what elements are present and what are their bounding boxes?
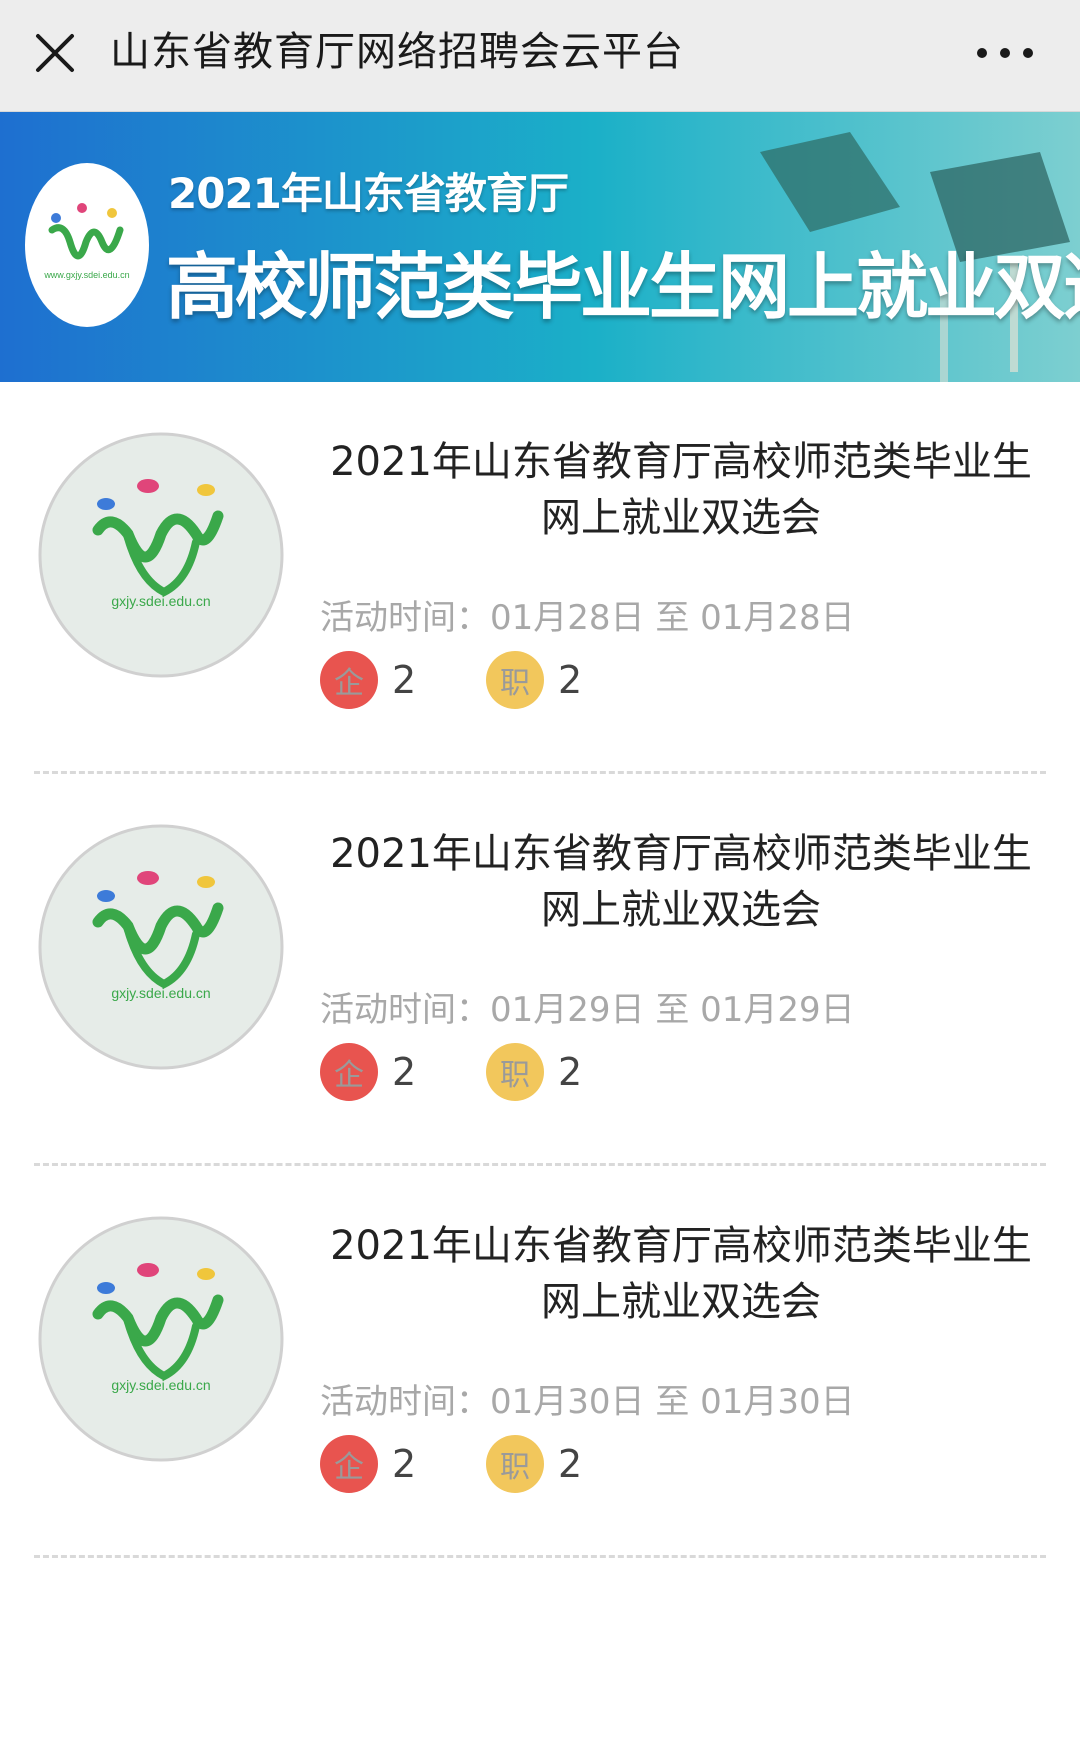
banner-logo-text: www.gxjy.sdei.edu.cn bbox=[43, 270, 129, 280]
event-time-range: 01月30日 至 01月30日 bbox=[490, 1382, 855, 1422]
job-count-stat: 职 2 bbox=[486, 650, 582, 710]
event-time-range: 01月28日 至 01月28日 bbox=[490, 598, 855, 638]
event-card[interactable]: gxjy.sdei.edu.cn 2021年山东省教育厅高校师范类毕业生网上就业… bbox=[0, 1166, 1080, 1558]
event-logo-icon: gxjy.sdei.edu.cn bbox=[38, 1216, 284, 1462]
job-badge: 职 bbox=[486, 1435, 544, 1493]
event-time-label: 活动时间： bbox=[320, 990, 490, 1030]
event-title[interactable]: 2021年山东省教育厅高校师范类毕业生网上就业双选会 bbox=[312, 434, 1050, 546]
enterprise-badge: 企 bbox=[320, 651, 378, 709]
enterprise-badge: 企 bbox=[320, 1043, 378, 1101]
event-banner: www.gxjy.sdei.edu.cn 2021年山东省教育厅 高校师范类毕业… bbox=[0, 112, 1080, 382]
close-icon[interactable] bbox=[30, 28, 80, 78]
enterprise-count-stat: 企 2 bbox=[320, 650, 416, 710]
event-time: 活动时间：01月29日 至 01月29日 bbox=[320, 982, 855, 1031]
banner-subtitle: 2021年山东省教育厅 bbox=[168, 169, 569, 218]
event-time: 活动时间：01月30日 至 01月30日 bbox=[320, 1374, 855, 1423]
event-time-label: 活动时间： bbox=[320, 1382, 490, 1422]
enterprise-count-stat: 企 2 bbox=[320, 1434, 416, 1494]
event-time: 活动时间：01月28日 至 01月28日 bbox=[320, 590, 855, 639]
event-logo-text: gxjy.sdei.edu.cn bbox=[111, 1377, 210, 1393]
card-divider bbox=[34, 1555, 1046, 1558]
event-logo-text: gxjy.sdei.edu.cn bbox=[111, 593, 210, 609]
event-logo-icon: gxjy.sdei.edu.cn bbox=[38, 824, 284, 1070]
job-count-stat: 职 2 bbox=[486, 1434, 582, 1494]
enterprise-count: 2 bbox=[392, 1050, 417, 1094]
event-logo-text: gxjy.sdei.edu.cn bbox=[111, 985, 210, 1001]
banner-main-title: 高校师范类毕业生网上就业双选会 bbox=[166, 245, 1080, 329]
event-logo-icon: gxjy.sdei.edu.cn bbox=[38, 432, 284, 678]
event-list: gxjy.sdei.edu.cn 2021年山东省教育厅高校师范类毕业生网上就业… bbox=[0, 382, 1080, 1558]
banner-logo-icon: www.gxjy.sdei.edu.cn bbox=[25, 163, 149, 327]
enterprise-count: 2 bbox=[392, 1442, 417, 1486]
event-title[interactable]: 2021年山东省教育厅高校师范类毕业生网上就业双选会 bbox=[312, 826, 1050, 938]
job-count: 2 bbox=[558, 658, 583, 702]
event-card[interactable]: gxjy.sdei.edu.cn 2021年山东省教育厅高校师范类毕业生网上就业… bbox=[0, 774, 1080, 1166]
event-card[interactable]: gxjy.sdei.edu.cn 2021年山东省教育厅高校师范类毕业生网上就业… bbox=[0, 382, 1080, 774]
enterprise-count: 2 bbox=[392, 658, 417, 702]
job-badge: 职 bbox=[486, 1043, 544, 1101]
page-title: 山东省教育厅网络招聘会云平台 bbox=[110, 29, 684, 75]
job-count: 2 bbox=[558, 1050, 583, 1094]
event-time-range: 01月29日 至 01月29日 bbox=[490, 990, 855, 1030]
more-dots-icon[interactable] bbox=[970, 28, 1040, 78]
enterprise-count-stat: 企 2 bbox=[320, 1042, 416, 1102]
job-count: 2 bbox=[558, 1442, 583, 1486]
job-count-stat: 职 2 bbox=[486, 1042, 582, 1102]
event-title[interactable]: 2021年山东省教育厅高校师范类毕业生网上就业双选会 bbox=[312, 1218, 1050, 1330]
event-time-label: 活动时间： bbox=[320, 598, 490, 638]
top-nav-bar: 山东省教育厅网络招聘会云平台 bbox=[0, 0, 1080, 112]
job-badge: 职 bbox=[486, 651, 544, 709]
enterprise-badge: 企 bbox=[320, 1435, 378, 1493]
